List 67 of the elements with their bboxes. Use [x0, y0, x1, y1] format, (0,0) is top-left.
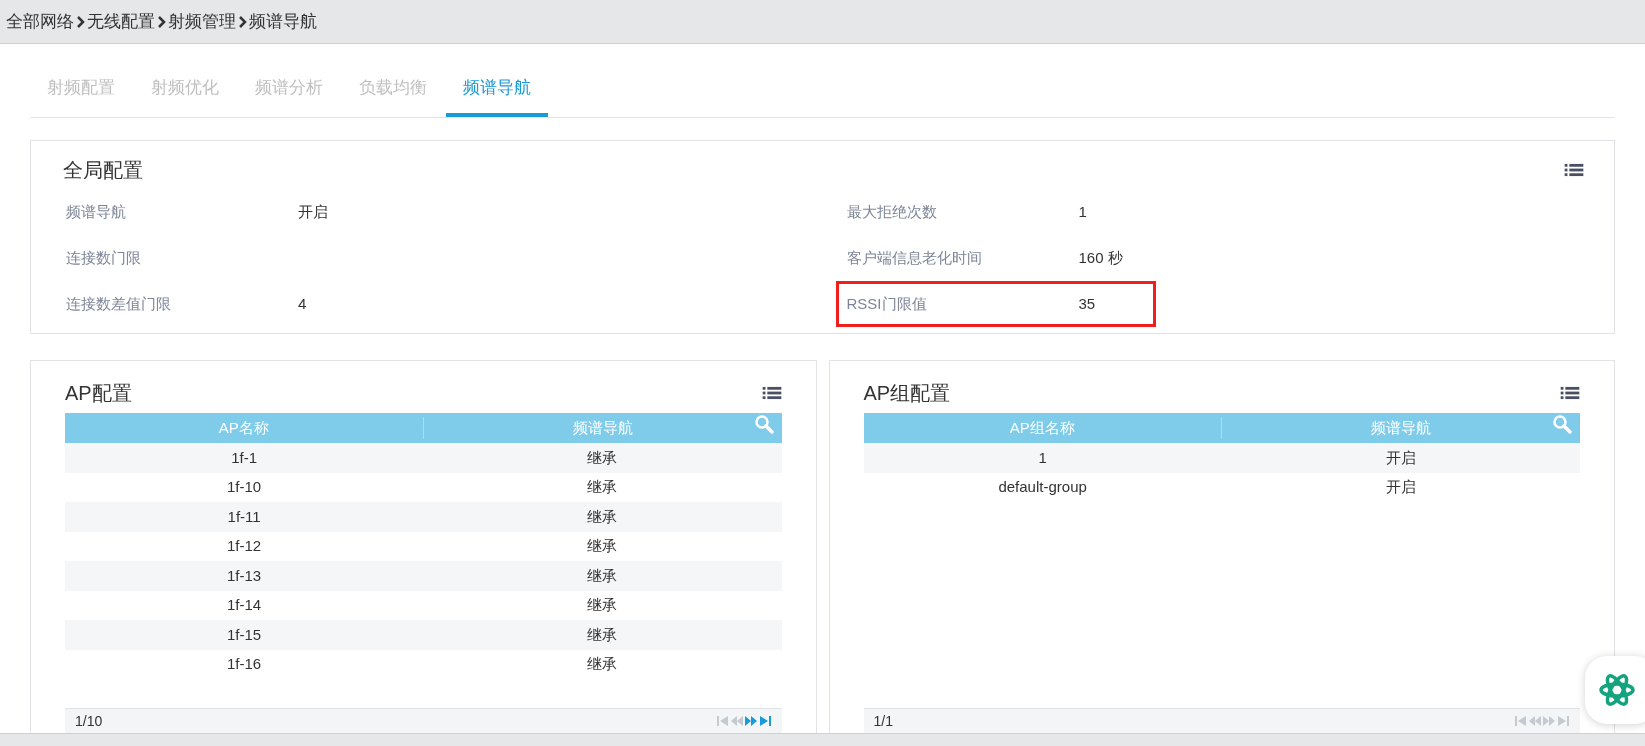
breadcrumb-link[interactable]: 全部网络	[6, 8, 74, 35]
table-cell: default-group	[998, 478, 1087, 495]
column-header: 频谱导航	[572, 418, 633, 436]
table-cell: 1f-1	[231, 448, 258, 466]
table-cell: 开启	[1385, 478, 1416, 495]
first-page-icon	[716, 715, 729, 727]
table-cell: 继承	[587, 596, 618, 613]
search-icon	[1553, 414, 1572, 434]
breadcrumb-link[interactable]: 射频管理	[168, 8, 236, 35]
field-value: 开启	[298, 201, 328, 222]
list-icon	[1564, 163, 1584, 177]
field-value: 4	[298, 293, 307, 314]
list-icon	[761, 386, 782, 400]
table-cell: 1f-15	[227, 625, 262, 643]
panel-title: 全局配置	[63, 158, 143, 183]
field-label: 连接数门限	[66, 248, 141, 266]
list-icon	[1560, 386, 1580, 400]
search-icon	[754, 414, 774, 434]
table-cell: 继承	[587, 655, 618, 672]
table-cell: 开启	[1385, 448, 1416, 466]
table-cell: 1f-12	[227, 537, 262, 554]
column-header: 频谱导航	[1371, 418, 1432, 436]
last-page-icon	[1557, 715, 1569, 727]
breadcrumb-link[interactable]: 无线配置	[87, 8, 155, 35]
field-value: 160 秒	[1078, 247, 1123, 268]
last-page-icon	[758, 715, 771, 727]
next-page-icon	[1543, 715, 1555, 727]
table-cell: 继承	[587, 537, 618, 554]
field-value: 1	[1078, 201, 1087, 222]
table-cell: 1f-10	[227, 478, 262, 495]
table-cell: 1f-16	[227, 655, 262, 672]
chevron-icon	[157, 15, 166, 28]
page-count: 1/10	[75, 711, 103, 731]
chevron-icon	[238, 15, 247, 28]
table-cell: 1f-13	[227, 566, 262, 584]
field-label: 客户端信息老化时间	[846, 248, 982, 266]
column-header: AP组名称	[1009, 418, 1075, 436]
tab[interactable]: 频谱导航	[446, 62, 548, 117]
tab[interactable]: 射频优化	[134, 62, 236, 117]
table-cell: 继承	[587, 507, 618, 525]
tab[interactable]: 频谱分析	[238, 62, 340, 117]
prev-page-icon	[730, 715, 743, 727]
field-label: RSSI门限值	[846, 294, 927, 312]
last-page-button[interactable]	[757, 715, 772, 727]
column-header: AP名称	[218, 418, 269, 436]
floating-button[interactable]	[1585, 656, 1645, 724]
next-page-icon	[744, 715, 757, 727]
table-cell: 1f-14	[227, 596, 262, 613]
breadcrumb-link[interactable]: 频谱导航	[249, 8, 317, 35]
chevron-icon	[76, 15, 85, 28]
table-cell: 继承	[587, 566, 618, 584]
prev-page-icon	[1529, 715, 1541, 727]
panel-title: AP配置	[65, 381, 132, 406]
table-cell: 1f-11	[227, 507, 261, 525]
table-cell: 继承	[587, 625, 618, 643]
field-label: 频谱导航	[66, 202, 126, 220]
table-cell: 1	[1038, 448, 1047, 466]
tab[interactable]: 射频配置	[30, 62, 132, 117]
field-label: 最大拒绝次数	[846, 202, 937, 220]
tab[interactable]: 负载均衡	[342, 62, 444, 117]
field-label: 连接数差值门限	[66, 294, 171, 312]
panel-title: AP组配置	[863, 381, 951, 406]
page-count: 1/1	[873, 711, 893, 731]
table-cell: 继承	[587, 448, 618, 466]
field-value: 35	[1078, 293, 1096, 314]
first-page-icon	[1515, 715, 1527, 727]
table-cell: 继承	[587, 478, 618, 495]
